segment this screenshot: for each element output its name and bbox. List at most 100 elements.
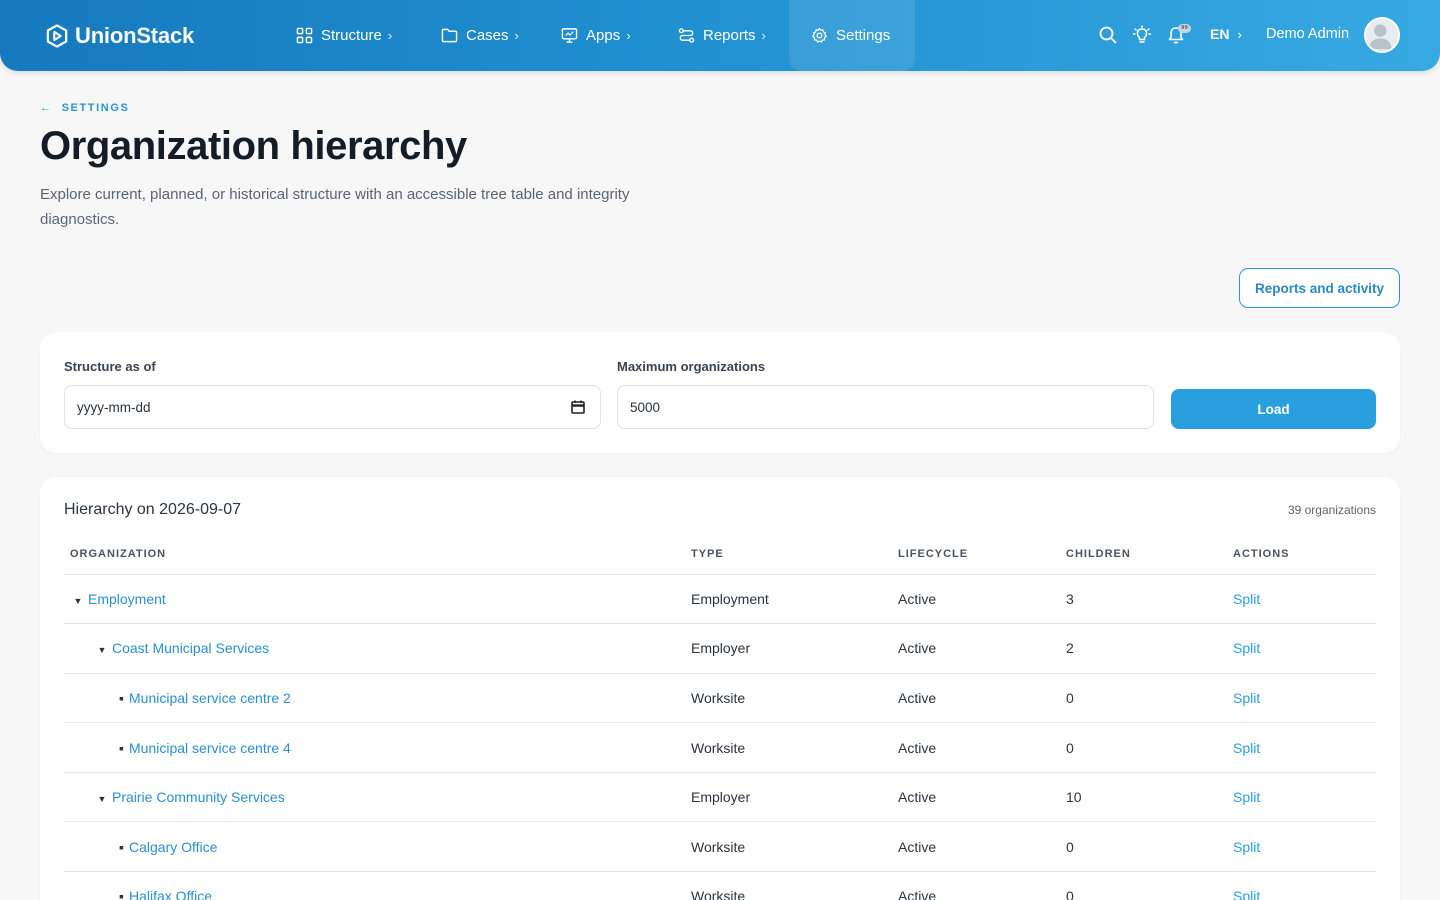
brand-hexagon-icon bbox=[46, 24, 68, 48]
column-header-lifecycle[interactable]: LIFECYCLE bbox=[892, 534, 1060, 575]
organization-cell: ▪ Halifax Office bbox=[64, 871, 685, 900]
max-organizations-value: 5000 bbox=[630, 399, 661, 415]
search-icon[interactable] bbox=[1098, 25, 1118, 45]
lifecycle-cell: Active bbox=[892, 722, 1060, 773]
column-header-organization[interactable]: ORGANIZATION bbox=[64, 534, 685, 575]
actions-cell: Split bbox=[1227, 871, 1376, 900]
leaf-bullet-icon: ▪ bbox=[119, 739, 124, 756]
children-cell: 2 bbox=[1060, 623, 1227, 674]
type-cell: Worksite bbox=[685, 871, 892, 900]
actions-cell: Split bbox=[1227, 772, 1376, 823]
back-to-settings-link[interactable]: ← SETTINGS bbox=[40, 102, 129, 114]
nav-cases[interactable]: Cases › bbox=[441, 0, 519, 71]
children-cell: 0 bbox=[1060, 821, 1227, 873]
nav-cases-label: Cases bbox=[466, 27, 509, 44]
monitor-icon bbox=[561, 28, 578, 43]
actions-cell: Split bbox=[1227, 574, 1376, 625]
hierarchy-card: Hierarchy on 2026-09-07 39 organizations… bbox=[40, 477, 1400, 900]
chevron-right-icon: › bbox=[514, 28, 519, 43]
organization-link[interactable]: Calgary Office bbox=[129, 839, 217, 855]
nav-reports-label: Reports bbox=[703, 27, 756, 44]
chevron-right-icon: › bbox=[1237, 27, 1242, 42]
children-cell: 0 bbox=[1060, 722, 1227, 773]
children-cell: 3 bbox=[1060, 574, 1227, 625]
organization-cell: ▪ Municipal service centre 2 bbox=[64, 673, 685, 724]
split-action-link[interactable]: Split bbox=[1233, 789, 1260, 805]
table-row: ▪ Municipal service centre 2 Worksite Act… bbox=[64, 673, 1376, 724]
language-label: EN bbox=[1210, 26, 1230, 42]
type-cell: Employer bbox=[685, 772, 892, 823]
table-row: ▪ Municipal service centre 4 Worksite Act… bbox=[64, 722, 1376, 773]
organization-link[interactable]: Municipal service centre 4 bbox=[129, 740, 291, 756]
nav-apps[interactable]: Apps › bbox=[561, 0, 631, 71]
date-placeholder: yyyy-mm-dd bbox=[77, 399, 151, 415]
actions-cell: Split bbox=[1227, 722, 1376, 773]
structure-date-label: Structure as of bbox=[64, 359, 156, 374]
reports-and-activity-button[interactable]: Reports and activity bbox=[1239, 268, 1400, 308]
split-action-link[interactable]: Split bbox=[1233, 888, 1260, 900]
lifecycle-cell: Active bbox=[892, 574, 1060, 625]
calendar-icon[interactable] bbox=[570, 399, 586, 415]
nav-structure[interactable]: Structure › bbox=[296, 0, 392, 71]
table-row: ▼ Employment Employment Active 3 Split bbox=[64, 574, 1376, 625]
avatar[interactable] bbox=[1364, 17, 1400, 53]
type-cell: Worksite bbox=[685, 821, 892, 873]
split-action-link[interactable]: Split bbox=[1233, 591, 1260, 607]
lifecycle-cell: Active bbox=[892, 871, 1060, 900]
organization-cell: ▼ Coast Municipal Services bbox=[64, 623, 685, 674]
split-action-link[interactable]: Split bbox=[1233, 690, 1260, 706]
split-action-link[interactable]: Split bbox=[1233, 839, 1260, 855]
table-row: ▼ Prairie Community Services Employer Act… bbox=[64, 772, 1376, 823]
user-name[interactable]: Demo Admin bbox=[1266, 26, 1349, 42]
brand-logo[interactable]: UnionStack bbox=[46, 22, 194, 50]
split-action-link[interactable]: Split bbox=[1233, 640, 1260, 656]
leaf-bullet-icon: ▪ bbox=[119, 888, 124, 900]
column-header-children[interactable]: CHILDREN bbox=[1060, 534, 1227, 575]
type-cell: Worksite bbox=[685, 722, 892, 773]
nav-structure-label: Structure bbox=[321, 27, 382, 44]
back-link-label: SETTINGS bbox=[61, 102, 130, 114]
children-cell: 0 bbox=[1060, 871, 1227, 900]
page-description: Explore current, planned, or historical … bbox=[40, 186, 630, 228]
organization-cell: ▼ Prairie Community Services bbox=[64, 772, 685, 823]
lifecycle-cell: Active bbox=[892, 673, 1060, 724]
grid-icon bbox=[296, 27, 313, 44]
type-cell: Employment bbox=[685, 574, 892, 625]
structure-date-input[interactable]: yyyy-mm-dd bbox=[64, 385, 601, 429]
children-cell: 0 bbox=[1060, 673, 1227, 724]
collapse-triangle-icon[interactable]: ▼ bbox=[96, 645, 108, 655]
filter-card: Structure as of yyyy-mm-dd Maximum organ… bbox=[40, 332, 1400, 453]
brand-name: UnionStack bbox=[75, 23, 195, 48]
nav-reports[interactable]: Reports › bbox=[678, 0, 766, 71]
collapse-triangle-icon[interactable]: ▼ bbox=[96, 794, 108, 804]
lightbulb-icon[interactable] bbox=[1132, 25, 1152, 45]
organization-link[interactable]: Halifax Office bbox=[129, 888, 212, 900]
route-icon bbox=[678, 28, 695, 43]
children-cell: 10 bbox=[1060, 772, 1227, 823]
nav-apps-label: Apps bbox=[586, 27, 621, 44]
organization-link[interactable]: Municipal service centre 2 bbox=[129, 690, 291, 706]
actions-cell: Split bbox=[1227, 623, 1376, 674]
nav-settings[interactable]: Settings bbox=[811, 0, 890, 71]
language-selector[interactable]: EN › bbox=[1210, 26, 1242, 42]
organization-link[interactable]: Employment bbox=[88, 591, 166, 607]
hierarchy-tree-table: ORGANIZATION TYPE LIFECYCLE CHILDREN ACT… bbox=[64, 534, 1376, 900]
table-header-row: ORGANIZATION TYPE LIFECYCLE CHILDREN ACT… bbox=[64, 534, 1376, 575]
actions-cell: Split bbox=[1227, 821, 1376, 873]
arrow-left-icon: ← bbox=[40, 102, 53, 114]
collapse-triangle-icon[interactable]: ▼ bbox=[72, 596, 84, 606]
max-organizations-label: Maximum organizations bbox=[617, 359, 766, 374]
organization-cell: ▼ Employment bbox=[64, 574, 685, 625]
lifecycle-cell: Active bbox=[892, 772, 1060, 823]
split-action-link[interactable]: Split bbox=[1233, 740, 1260, 756]
organization-link[interactable]: Coast Municipal Services bbox=[112, 640, 269, 656]
organization-count: 39 organizations bbox=[1287, 503, 1376, 517]
type-cell: Worksite bbox=[685, 673, 892, 724]
organization-link[interactable]: Prairie Community Services bbox=[112, 789, 285, 805]
max-organizations-input[interactable]: 5000 bbox=[617, 385, 1154, 429]
leaf-bullet-icon: ▪ bbox=[119, 838, 124, 855]
column-header-type[interactable]: TYPE bbox=[685, 534, 892, 575]
load-button[interactable]: Load bbox=[1171, 389, 1376, 429]
nav-settings-label: Settings bbox=[836, 27, 891, 44]
chevron-right-icon: › bbox=[626, 28, 631, 43]
